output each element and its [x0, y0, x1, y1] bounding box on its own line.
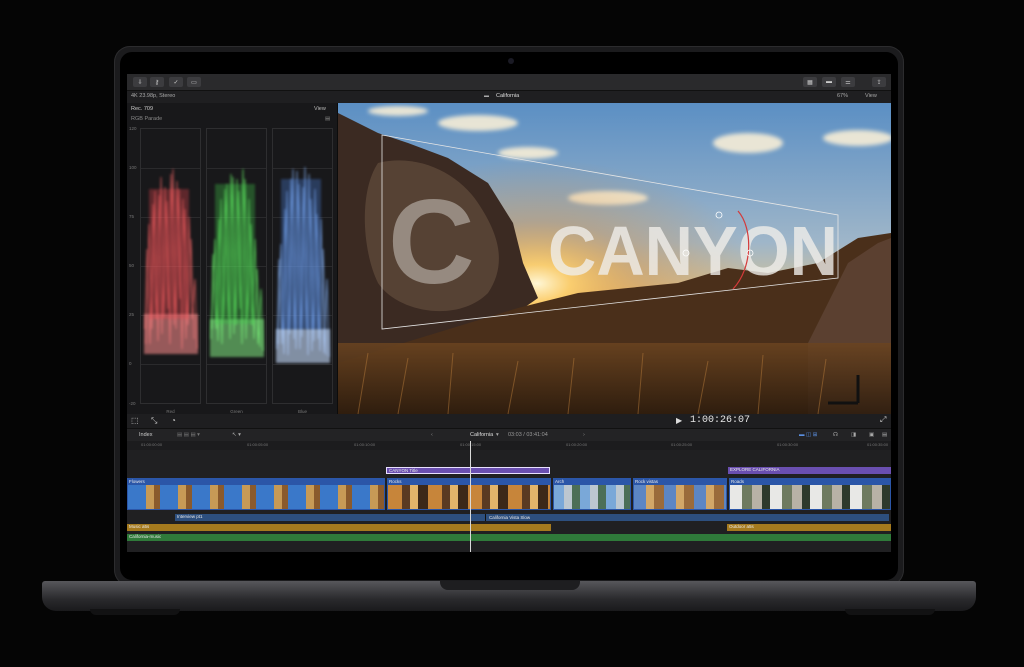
crop-icon[interactable]: ⬚	[131, 416, 139, 425]
video-clip[interactable]: Flowers	[127, 478, 385, 510]
camera	[508, 58, 514, 64]
play-icon[interactable]: ▶	[676, 416, 682, 425]
sliders-icon[interactable]: ⚌	[841, 77, 855, 87]
rgb-parade	[140, 128, 334, 404]
scope-y-label: 25	[129, 312, 135, 317]
scope-y-label: 100	[129, 165, 137, 170]
viewer[interactable]: C CANYON	[338, 103, 891, 414]
timeline-duration: 03:03 / 03:41:04	[508, 432, 548, 438]
scope-view-menu[interactable]: View	[314, 106, 326, 112]
blue-channel	[272, 128, 333, 404]
ruler-tick: 01:00:35:00	[867, 442, 889, 447]
timecode-display: 1:00:26:07	[690, 415, 751, 426]
audio-clip[interactable]: Outdoor a5s	[727, 524, 891, 531]
top-toolbar: ⇩ ⚷ ✓ ▭ ▦ ▬ ⚌ ⇪	[127, 74, 891, 91]
share-icon[interactable]: ⇪	[872, 77, 886, 87]
transform-icon[interactable]: ⤡	[151, 416, 157, 426]
grid-icon[interactable]: ▦	[803, 77, 817, 87]
import-icon[interactable]: ⇩	[133, 77, 147, 87]
final-cut-window: ⇩ ⚷ ✓ ▭ ▦ ▬ ⚌ ⇪ 4K 23.98p, Stereo ▬ Cali…	[127, 74, 891, 552]
zoom-level[interactable]: 67%	[837, 93, 848, 99]
scope-y-label: -20	[129, 401, 136, 406]
video-clip[interactable]: Arch	[553, 478, 631, 510]
ruler-tick: 01:00:25:00	[671, 442, 693, 447]
audio-clip[interactable]: Interview pt1	[175, 514, 889, 521]
audio-roles-icons[interactable]: ▬ ◫ ⊞	[799, 432, 817, 438]
scope-y-label: 75	[129, 214, 135, 219]
inspector-icon[interactable]: ◨	[851, 432, 856, 438]
ruler-tick: 01:00:10:00	[354, 442, 376, 447]
project-icon: ▬	[484, 93, 489, 99]
scope-y-label: 120	[129, 126, 137, 131]
timeline-header: Index ▤ ▤ ▤ ▾ ↖ ▾ ‹ California ▾ 03:03 /…	[127, 428, 891, 442]
scope-y-label: 0	[129, 361, 132, 366]
select-tool-icon[interactable]: ↖ ▾	[232, 432, 241, 438]
title-clip[interactable]: CANYON Title	[386, 467, 550, 474]
speed-icon[interactable]: ◔	[171, 416, 176, 425]
fullscreen-icon[interactable]: ⤢	[880, 415, 886, 425]
ruler-tick: 01:00:30:00	[777, 442, 799, 447]
primary-storyline: Flowers Rocks Arch Rock vistas Roads	[127, 478, 891, 510]
laptop-foot	[845, 609, 935, 615]
audio-clip-label: California Vista Slow	[489, 515, 531, 520]
title-clip[interactable]: EXPLORE CALIFORNIA	[728, 467, 891, 474]
base-notch	[440, 581, 580, 590]
playhead[interactable]	[470, 441, 471, 552]
transitions-icon[interactable]: ▤	[882, 432, 887, 438]
clip-appearance-icons[interactable]: ▤ ▤ ▤ ▾	[177, 432, 200, 438]
video-scope-panel: Rec. 709 View RGB Parade ▤ 120 100 75 50…	[127, 103, 338, 414]
format-label: 4K 23.98p, Stereo	[131, 93, 176, 99]
video-clip[interactable]: Rock vistas	[633, 478, 727, 510]
check-icon[interactable]: ✓	[169, 77, 183, 87]
green-channel	[206, 128, 267, 404]
video-clip[interactable]: Rocks	[387, 478, 551, 510]
ruler-tick: 01:00:05:00	[247, 442, 269, 447]
filmstrip-icon[interactable]: ▬	[822, 77, 836, 87]
effects-icon[interactable]: ▣	[869, 432, 874, 438]
forward-arrow-icon[interactable]: ›	[583, 432, 585, 438]
key-icon[interactable]: ⚷	[150, 77, 164, 87]
project-menu-icon[interactable]: ▾	[496, 432, 499, 438]
index-button[interactable]: Index	[139, 432, 152, 438]
headphones-icon[interactable]: ☊	[833, 432, 838, 438]
audio-clip[interactable]: Music a5s	[127, 524, 551, 531]
laptop-foot	[90, 609, 180, 615]
project-title: California	[496, 93, 520, 99]
svg-text:C: C	[388, 175, 475, 309]
music-clip[interactable]: California-music	[127, 534, 891, 541]
tag-icon[interactable]: ▭	[187, 77, 201, 87]
audio-clip-divider	[485, 514, 486, 521]
timeline-tracks: CANYON Title EXPLORE CALIFORNIA Flowers …	[127, 450, 891, 552]
ruler-tick: 01:00:20:00	[566, 442, 588, 447]
ruler-tick: 01:00:00:00	[141, 442, 163, 447]
title-overlay[interactable]: CANYON	[548, 212, 838, 290]
timeline-project-name[interactable]: California	[470, 432, 493, 438]
viewer-view-menu[interactable]: View	[865, 93, 877, 99]
viewer-frame: C CANYON	[338, 103, 891, 414]
scope-title: RGB Parade	[131, 116, 163, 122]
timeline-tools: ⬚ ⤡ ◔	[127, 414, 338, 428]
info-bar: 4K 23.98p, Stereo ▬ California 67% View	[127, 91, 891, 103]
transport-bar: ▶ 1:00:26:07 ⤢	[338, 414, 891, 428]
video-clip[interactable]: Roads	[729, 478, 891, 510]
red-channel	[140, 128, 201, 404]
scope-settings-icon[interactable]: ▤	[325, 116, 330, 122]
color-space-label: Rec. 709	[131, 106, 154, 112]
back-arrow-icon[interactable]: ‹	[431, 432, 433, 438]
scope-y-label: 50	[129, 263, 135, 268]
